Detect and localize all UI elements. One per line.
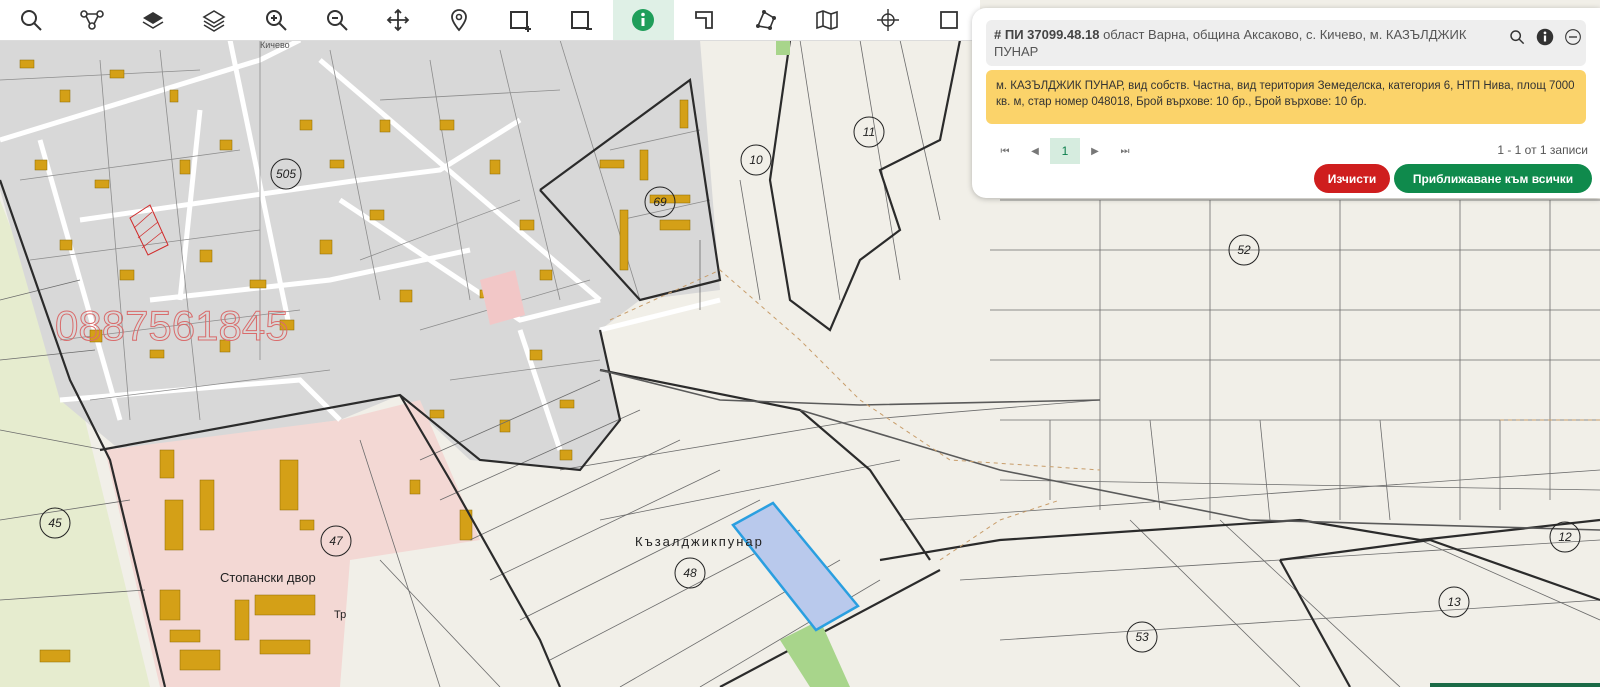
map-toolbar — [0, 0, 980, 41]
zoom-out-tool[interactable] — [306, 0, 367, 40]
polygon-tool[interactable] — [735, 0, 796, 40]
search-icon — [1510, 30, 1525, 45]
last-page-button[interactable]: ⏭ — [1110, 138, 1140, 164]
svg-text:505: 505 — [276, 167, 296, 181]
info-icon — [632, 9, 655, 31]
first-page-button[interactable]: ⏮ — [990, 138, 1020, 164]
panel-header: # ПИ 37099.48.18 област Варна, община Ак… — [986, 20, 1586, 66]
locality-label: Къзалджикпунар — [635, 534, 764, 549]
watermark-text: 0887561845 — [55, 302, 289, 349]
svg-text:12: 12 — [1558, 530, 1572, 544]
zoom-out-icon — [326, 10, 348, 31]
marker-icon — [451, 9, 468, 32]
layers-icon — [142, 12, 164, 29]
zoom-to-parcel-button[interactable] — [1506, 26, 1528, 48]
polygon-icon — [755, 10, 776, 30]
svg-text:11: 11 — [863, 125, 875, 139]
search-icon — [20, 10, 42, 31]
minimize-icon — [1565, 29, 1581, 45]
svg-text:10: 10 — [749, 153, 763, 167]
svg-text:52: 52 — [1237, 243, 1251, 257]
select-remove-icon — [570, 11, 592, 30]
measure-icon — [695, 11, 714, 29]
search-tool[interactable] — [0, 0, 61, 40]
road-label: Кичево — [260, 40, 290, 50]
svg-text:13: 13 — [1447, 595, 1461, 609]
svg-text:53: 53 — [1135, 630, 1149, 644]
green-spot — [776, 40, 790, 55]
route-icon — [80, 10, 104, 30]
map-icon — [816, 10, 838, 30]
bottom-bar — [1430, 683, 1600, 687]
info-icon — [1536, 28, 1554, 46]
parcel-id: ПИ 37099.48.18 — [1004, 27, 1100, 42]
route-tool[interactable] — [61, 0, 122, 40]
tr-label: Тр — [334, 609, 346, 621]
clear-button[interactable]: Изчисти — [1314, 164, 1390, 193]
crosshair-tool[interactable] — [858, 0, 919, 40]
parcel-info-button[interactable] — [1534, 26, 1556, 48]
marker-tool[interactable] — [429, 0, 490, 40]
layers-stack-icon — [202, 10, 226, 32]
select-remove-tool[interactable] — [551, 0, 612, 40]
prev-page-button[interactable]: ◀ — [1020, 138, 1050, 164]
pagination: ⏮ ◀ 1 ▶ ⏭ — [990, 138, 1140, 164]
current-page[interactable]: 1 — [1050, 138, 1080, 164]
svg-text:69: 69 — [653, 195, 667, 209]
svg-text:48: 48 — [683, 566, 697, 580]
crosshair-icon — [877, 9, 900, 31]
zoom-in-icon — [265, 10, 287, 31]
grid-icon: # — [994, 27, 1002, 42]
next-page-button[interactable]: ▶ — [1080, 138, 1110, 164]
zoom-in-tool[interactable] — [245, 0, 306, 40]
svg-text:45: 45 — [48, 516, 62, 530]
farmyard-label: Стопански двор — [220, 570, 316, 585]
minimize-button[interactable] — [1562, 26, 1584, 48]
select-add-icon — [509, 11, 531, 32]
svg-text:47: 47 — [329, 534, 344, 548]
info-tool[interactable] — [612, 0, 674, 40]
more-icon — [940, 11, 959, 29]
zoom-all-button[interactable]: Приближаване към всички — [1394, 164, 1592, 193]
records-count: 1 - 1 от 1 записи — [1497, 143, 1588, 157]
more-tool[interactable] — [919, 0, 980, 40]
layer-tool[interactable] — [123, 0, 184, 40]
pan-tool[interactable] — [368, 0, 429, 40]
parcel-title: # ПИ 37099.48.18 област Варна, община Ак… — [994, 26, 1474, 60]
parcel-details: м. КАЗЪЛДЖИК ПУНАР, вид собств. Частна, … — [986, 70, 1586, 124]
select-add-tool[interactable] — [490, 0, 551, 40]
map-tool[interactable] — [796, 0, 857, 40]
parcel-info-panel: # ПИ 37099.48.18 област Варна, община Ак… — [972, 8, 1600, 198]
measure-tool[interactable] — [674, 0, 735, 40]
pan-icon — [386, 8, 410, 32]
layers-stack-tool[interactable] — [184, 0, 245, 40]
